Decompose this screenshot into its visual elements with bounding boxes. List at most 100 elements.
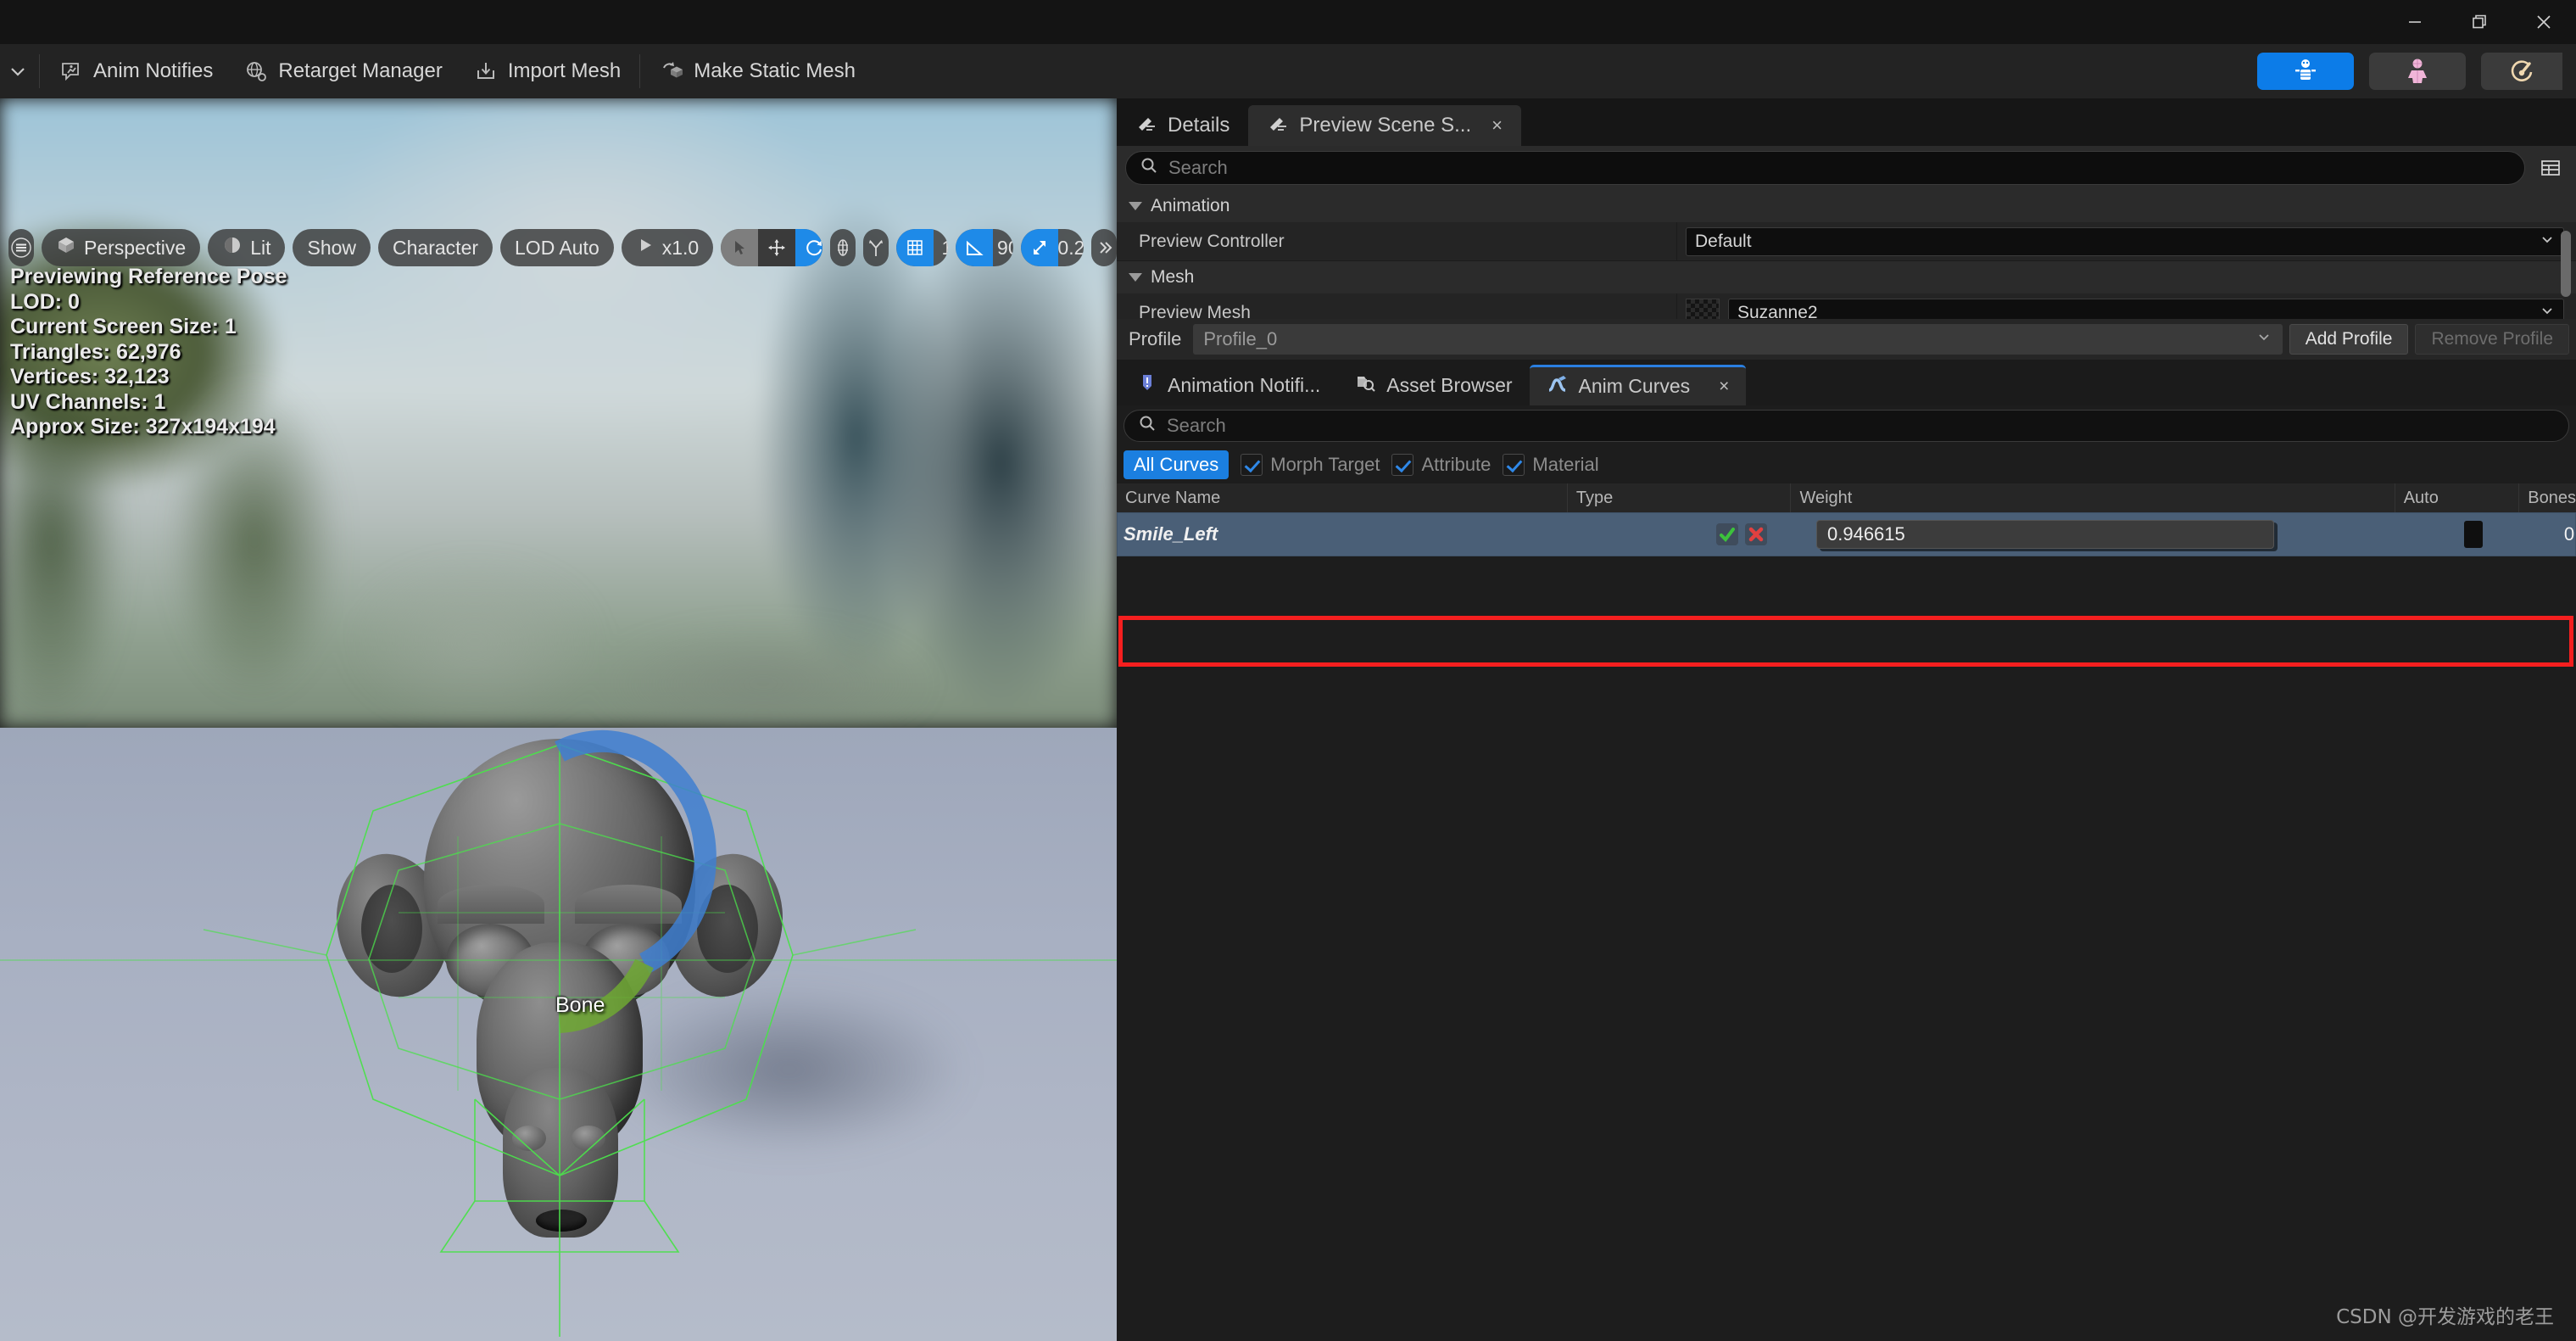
details-tabstrip: Details Preview Scene S... × <box>1117 98 2576 146</box>
details-scrollbar[interactable] <box>2561 231 2571 297</box>
toolbar-divider <box>639 54 640 88</box>
tab-animation-notifies[interactable]: Animation Notifi... <box>1120 365 1337 405</box>
minimize-button[interactable] <box>2383 0 2447 44</box>
toolbar-item-anim-notifies[interactable]: Anim Notifies <box>43 51 228 92</box>
column-header-curve-name[interactable]: Curve Name <box>1117 483 1568 512</box>
profile-label: Profile <box>1124 328 1186 350</box>
toolbar-item-retarget-manager[interactable]: Retarget Manager <box>228 51 457 92</box>
cell-auto <box>2427 512 2554 556</box>
mesh-nostril-right <box>572 1126 605 1151</box>
bottom-tabstrip: Animation Notifi... Asset Browser <box>1117 360 2576 405</box>
column-header-weight[interactable]: Weight <box>1791 483 2395 512</box>
rotate-gizmo-icon[interactable] <box>795 229 822 266</box>
pivot-icon[interactable] <box>863 229 889 266</box>
column-header-auto[interactable]: Auto <box>2395 483 2520 512</box>
category-label: Mesh <box>1151 267 1194 288</box>
property-value-container: Default <box>1676 222 2576 260</box>
filter-attribute[interactable]: Attribute <box>1391 454 1491 476</box>
tab-asset-browser[interactable]: Asset Browser <box>1337 365 1529 405</box>
character-menu-button[interactable]: Character <box>378 229 493 266</box>
view-mode-lit-button[interactable]: Lit <box>208 229 285 266</box>
profile-dropdown[interactable]: Profile_0 <box>1193 324 2282 355</box>
toolbar-item-import-mesh[interactable]: Import Mesh <box>458 51 636 92</box>
lod-menu-button[interactable]: LOD Auto <box>500 229 614 266</box>
table-view-icon[interactable] <box>2534 157 2568 179</box>
tab-preview-scene-settings[interactable]: Preview Scene S... × <box>1248 105 1521 146</box>
grid-snap-icon[interactable] <box>896 229 934 266</box>
angle-snap-icon[interactable] <box>956 229 993 266</box>
curves-search-input[interactable]: Search <box>1124 410 2569 442</box>
asset-thumbnail[interactable] <box>1686 299 1720 320</box>
preview-mesh-picker[interactable]: Suzanne2 <box>1728 299 2564 320</box>
cursor-icon[interactable] <box>721 229 758 266</box>
property-value-container: Suzanne2 <box>1676 293 2576 319</box>
weight-input[interactable]: 0.946615 <box>1816 520 2274 549</box>
tab-anim-curves[interactable]: Anim Curves × <box>1530 365 1747 405</box>
red-x-icon[interactable] <box>1745 523 1767 545</box>
checkbox-material[interactable] <box>1503 454 1525 476</box>
close-icon[interactable]: × <box>1492 115 1503 137</box>
animation-mode-button[interactable] <box>2481 53 2562 90</box>
column-header-type[interactable]: Type <box>1568 483 1792 512</box>
notify-icon <box>1137 372 1157 398</box>
category-mesh[interactable]: Mesh <box>1117 261 2576 293</box>
property-row-preview-controller: Preview Controller Default <box>1117 222 2576 261</box>
close-icon[interactable]: × <box>1719 377 1729 397</box>
character-label: Character <box>393 237 478 260</box>
mesh-brow-right <box>575 885 682 924</box>
preview-controller-dropdown[interactable]: Default <box>1686 227 2564 256</box>
tab-details[interactable]: Details <box>1117 105 1248 146</box>
cell-bones: 0 <box>2554 512 2576 556</box>
angle-snap-value[interactable]: 90° <box>993 229 1012 266</box>
scale-snap-icon[interactable] <box>1021 229 1058 266</box>
category-animation[interactable]: Animation <box>1117 190 2576 222</box>
filter-all-curves-button[interactable]: All Curves <box>1124 450 1229 479</box>
toolbar-item-label: Import Mesh <box>508 59 621 83</box>
toolbar-item-label: Retarget Manager <box>278 59 442 83</box>
chevron-down-icon[interactable] <box>0 44 36 98</box>
chevron-down-icon <box>2255 328 2272 350</box>
close-button[interactable] <box>2512 0 2576 44</box>
double-chevron-right-icon[interactable] <box>1091 229 1117 266</box>
chevron-down-icon <box>2540 232 2555 252</box>
checkbox-morph-target[interactable] <box>1241 454 1263 476</box>
tab-label: Asset Browser <box>1386 374 1512 397</box>
details-properties-body: Animation Preview Controller Default Mes… <box>1117 190 2576 319</box>
toolbar-divider <box>39 54 40 88</box>
playback-speed-button[interactable]: x1.0 <box>622 229 713 266</box>
grid-snap-value[interactable]: 10 <box>934 229 948 266</box>
main-toolbar: Anim Notifies Retarget Manager Impor <box>0 44 2576 98</box>
camera-perspective-button[interactable]: Perspective <box>42 229 200 266</box>
hamburger-menu-icon[interactable] <box>8 229 34 266</box>
anim-notifies-icon <box>59 59 84 84</box>
auto-checkbox[interactable] <box>2464 521 2483 548</box>
mesh-mouth <box>536 1210 587 1232</box>
checkbox-attribute[interactable] <box>1391 454 1413 476</box>
show-menu-button[interactable]: Show <box>293 229 371 266</box>
table-row[interactable]: Smile_Left 0.946615 0 <box>1117 512 2576 556</box>
column-header-bones[interactable]: Bones <box>2519 483 2576 512</box>
skeleton-mode-button[interactable] <box>2257 53 2354 90</box>
lighting-sphere-icon <box>222 235 243 260</box>
preview-viewport[interactable]: Bone Perspective L <box>0 98 1117 1341</box>
toolbar-item-make-static-mesh[interactable]: Make Static Mesh <box>644 51 871 92</box>
show-label: Show <box>307 237 356 260</box>
move-gizmo-icon[interactable] <box>758 229 795 266</box>
filter-label: Material <box>1532 454 1598 476</box>
grid-snap-group: 10 <box>896 229 948 266</box>
animation-clock-icon <box>2507 57 2536 86</box>
restore-button[interactable] <box>2447 0 2512 44</box>
world-coords-icon[interactable] <box>830 229 856 266</box>
skeleton-icon <box>2291 57 2320 86</box>
retarget-manager-icon <box>243 59 269 84</box>
filter-morph-target[interactable]: Morph Target <box>1241 454 1380 476</box>
filter-material[interactable]: Material <box>1503 454 1598 476</box>
asset-value: Suzanne2 <box>1737 303 1818 320</box>
character-mesh-icon <box>2403 57 2432 86</box>
mesh-mode-button[interactable] <box>2369 53 2466 90</box>
scale-snap-value[interactable]: 0.25 <box>1058 229 1084 266</box>
green-check-icon[interactable] <box>1716 523 1738 545</box>
add-profile-button[interactable]: Add Profile <box>2289 324 2409 355</box>
mesh-ear-inner-right <box>697 885 758 973</box>
details-search-input[interactable]: Search <box>1125 151 2525 185</box>
